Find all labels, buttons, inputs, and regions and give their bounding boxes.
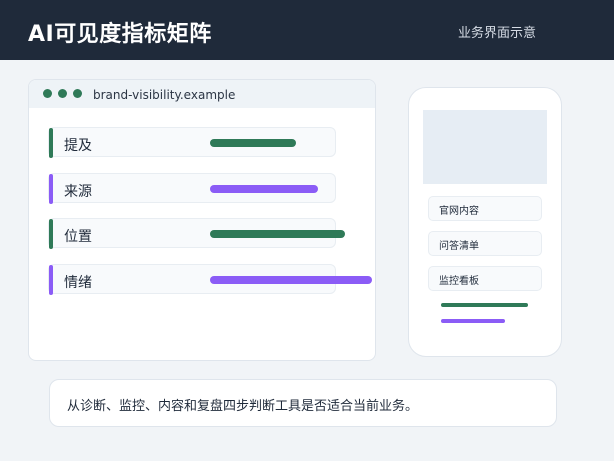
page-title: AI可见度指标矩阵	[28, 22, 212, 47]
browser-window-mockup: brand-visibility.example 提及 来源 位置 情绪	[28, 79, 376, 361]
window-dot-icon	[43, 89, 52, 98]
metric-stripe	[49, 128, 53, 158]
metric-label: 来源	[64, 184, 92, 200]
metric-label: 位置	[64, 229, 92, 245]
phone-list-item: 问答清单	[428, 231, 542, 256]
header-bar: AI可见度指标矩阵 业务界面示意	[0, 0, 614, 60]
phone-mockup: 官网内容 问答清单 监控看板	[408, 87, 562, 357]
metric-label: 情绪	[64, 275, 92, 291]
metric-bar	[210, 139, 296, 147]
page-subtitle: 业务界面示意	[457, 26, 536, 41]
image-placeholder	[423, 110, 547, 184]
phone-item-label: 监控看板	[439, 276, 479, 287]
metric-row-mentions: 提及	[48, 127, 336, 158]
metric-stripe	[49, 219, 53, 249]
metric-row-sentiment: 情绪	[48, 264, 372, 295]
phone-item-label: 问答清单	[439, 241, 479, 252]
browser-url: brand-visibility.example	[93, 88, 236, 102]
phone-progress-bar	[441, 303, 528, 307]
phone-list-item: 监控看板	[428, 266, 542, 291]
metric-row-sources: 来源	[48, 173, 336, 204]
metric-stripe	[49, 265, 53, 295]
phone-list-item: 官网内容	[428, 196, 542, 221]
phone-item-label: 官网内容	[439, 206, 479, 217]
metric-row-position: 位置	[48, 218, 345, 249]
summary-text: 从诊断、监控、内容和复盘四步判断工具是否适合当前业务。	[67, 399, 419, 414]
metric-bar	[210, 185, 318, 193]
browser-title-bar: brand-visibility.example	[29, 80, 375, 108]
metric-label: 提及	[64, 138, 92, 154]
metric-stripe	[49, 174, 53, 204]
metric-bar	[210, 276, 372, 284]
phone-progress-bar	[441, 319, 505, 323]
window-dot-icon	[58, 89, 67, 98]
summary-note: 从诊断、监控、内容和复盘四步判断工具是否适合当前业务。	[49, 379, 557, 427]
window-dot-icon	[73, 89, 82, 98]
metric-bar	[210, 230, 345, 238]
